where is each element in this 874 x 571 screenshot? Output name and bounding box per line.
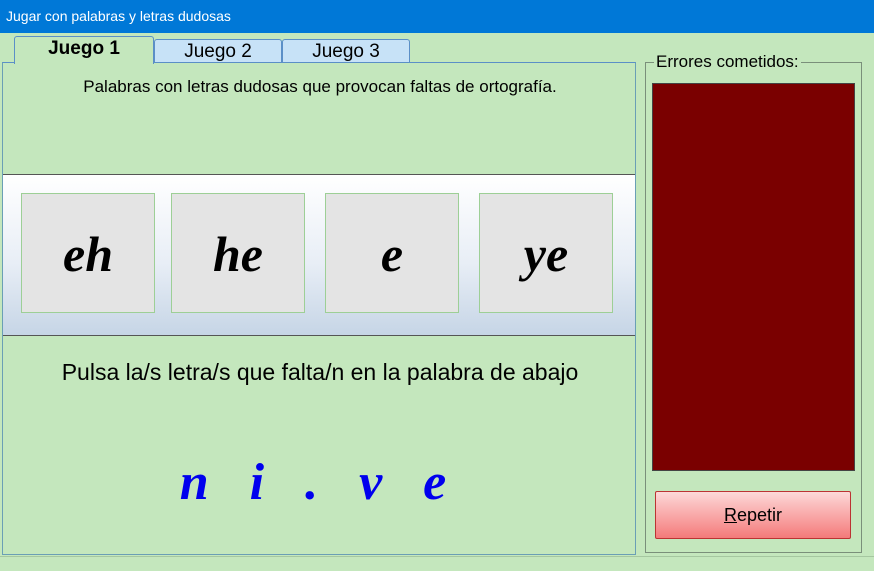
bottom-divider xyxy=(0,556,874,557)
repeat-button-label: epetir xyxy=(736,505,783,525)
prompt-text: Pulsa la/s letra/s que falta/n en la pal… xyxy=(61,359,579,385)
title-bar: Jugar con palabras y letras dudosas xyxy=(0,0,874,33)
option-he[interactable]: he xyxy=(171,193,305,313)
puzzle-word: n i . v e xyxy=(179,454,461,511)
instruction-text: Palabras con letras dudosas que provocan… xyxy=(83,77,557,96)
tab-juego-1[interactable]: Juego 1 xyxy=(14,36,154,64)
game-panel: Palabras con letras dudosas que provocan… xyxy=(2,62,636,555)
option-ye[interactable]: ye xyxy=(479,193,613,313)
options-band: eh he e ye xyxy=(3,174,635,336)
errors-display xyxy=(652,83,855,471)
tab-juego-3[interactable]: Juego 3 xyxy=(282,39,410,63)
option-e[interactable]: e xyxy=(325,193,459,313)
tab-strip: Juego 1 Juego 2 Juego 3 xyxy=(2,36,636,64)
repeat-button-mnemonic: R xyxy=(723,505,737,525)
option-eh[interactable]: eh xyxy=(21,193,155,313)
repeat-button[interactable]: Repetir xyxy=(655,491,851,539)
errors-label: Errores cometidos: xyxy=(654,52,801,72)
tab-juego-2[interactable]: Juego 2 xyxy=(154,39,282,63)
window-title: Jugar con palabras y letras dudosas xyxy=(6,8,231,24)
